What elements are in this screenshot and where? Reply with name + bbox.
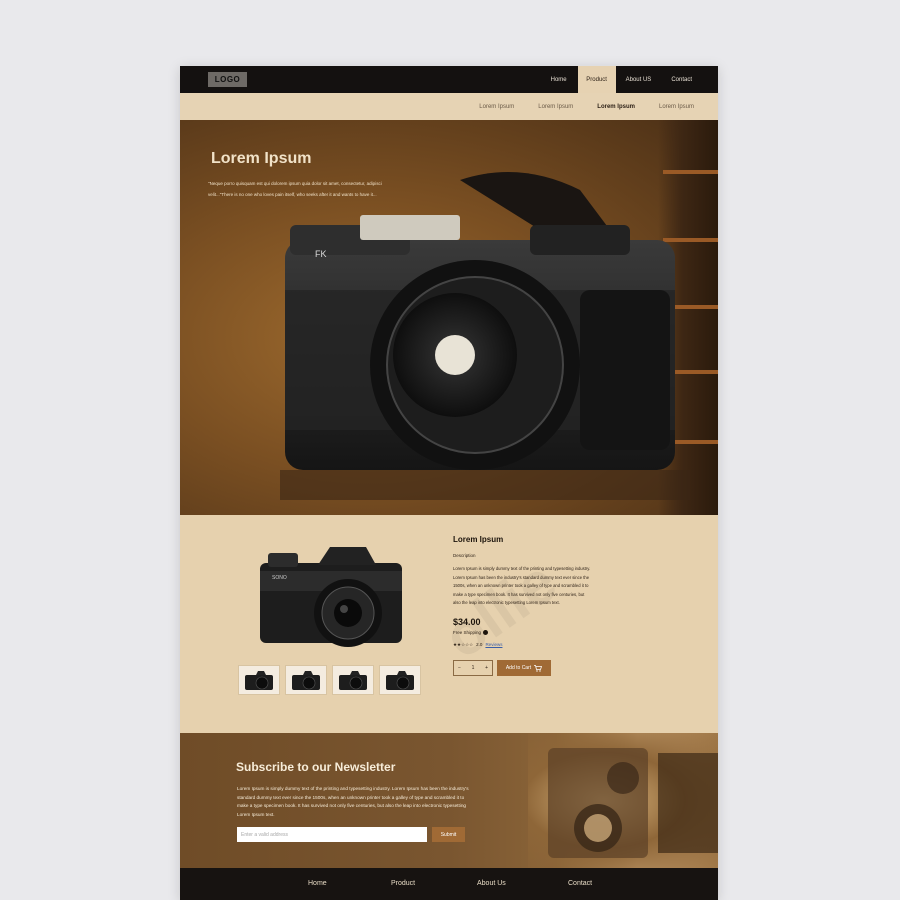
rating-value: 2.0 (476, 642, 483, 647)
product-price: $34.00 (453, 617, 481, 627)
footer: Home Product About Us Contact (180, 868, 718, 900)
qty-decrease-button[interactable]: − (458, 665, 461, 671)
product-rating: ★★☆☆☆ 2.0 Reviews (453, 642, 502, 648)
sub-nav-item[interactable]: Lorem Ipsum (479, 104, 514, 110)
sub-nav-item[interactable]: Lorem Ipsum (538, 104, 573, 110)
qty-increase-button[interactable]: + (485, 665, 488, 671)
footer-link-product[interactable]: Product (391, 880, 415, 887)
hero-title: Lorem Ipsum (211, 150, 312, 167)
svg-text:SONO: SONO (272, 575, 287, 581)
newsletter-text: Lorem Ipsum is simply dummy text of the … (237, 786, 469, 817)
newsletter-section: Subscribe to our Newsletter Lorem Ipsum … (180, 733, 718, 868)
reviews-link[interactable]: Reviews (485, 642, 502, 648)
product-section: ollie SONO Lorem Ipsum Description Lorem… (180, 515, 718, 733)
sub-nav-item[interactable]: Lorem Ipsum (659, 104, 694, 110)
footer-link-contact[interactable]: Contact (568, 880, 592, 887)
quantity-stepper: − 1 + (453, 660, 493, 676)
nav-item-home[interactable]: Home (540, 66, 578, 93)
info-icon[interactable] (483, 630, 489, 635)
add-to-cart-button[interactable]: Add to Cart (497, 660, 551, 676)
description-label: Description (453, 553, 476, 558)
hero-text: "Neque porro quisquam est qui dolorem ip… (208, 181, 382, 197)
svg-text:FK: FK (315, 249, 327, 259)
product-thumbnail[interactable] (285, 665, 327, 695)
product-thumbnail[interactable] (238, 665, 280, 695)
qty-value[interactable]: 1 (472, 665, 475, 671)
logo[interactable]: LOGO (208, 72, 247, 87)
product-thumbnail[interactable] (332, 665, 374, 695)
thumbnail-strip (238, 665, 421, 695)
top-nav: LOGO Home Product About US Contact (180, 66, 718, 93)
nav-item-product[interactable]: Product (577, 66, 616, 93)
product-main-image[interactable]: SONO (238, 523, 418, 663)
cart-icon (534, 664, 543, 672)
submit-button[interactable]: Submit (432, 827, 465, 842)
sub-nav: Lorem Ipsum Lorem Ipsum Lorem Ipsum Lore… (180, 93, 718, 120)
footer-link-home[interactable]: Home (308, 880, 327, 887)
add-to-cart-label: Add to Cart (505, 665, 532, 671)
sub-nav-item[interactable]: Lorem Ipsum (597, 104, 635, 110)
email-input[interactable] (237, 827, 427, 842)
shipping-info: Free Shipping (453, 630, 489, 635)
hero-banner: FK Lorem Ipsum "Neque porro quisquam est… (180, 120, 718, 515)
product-thumbnail[interactable] (379, 665, 421, 695)
product-description: Lorem Ipsum is simply dummy text of the … (453, 566, 591, 605)
vintage-camera-image (528, 733, 718, 868)
nav-menu: Home Product About US Contact (540, 66, 702, 93)
product-title: Lorem Ipsum (453, 535, 504, 544)
star-icon: ★★☆☆☆ (453, 642, 474, 647)
footer-link-about[interactable]: About Us (477, 880, 506, 887)
nav-item-contact[interactable]: Contact (661, 66, 702, 93)
shipping-label: Free Shipping (453, 630, 482, 635)
newsletter-title: Subscribe to our Newsletter (236, 760, 396, 774)
page: LOGO Home Product About US Contact Lorem… (180, 66, 718, 900)
hero-camera-image: FK (280, 172, 690, 500)
nav-item-about[interactable]: About US (616, 66, 662, 93)
